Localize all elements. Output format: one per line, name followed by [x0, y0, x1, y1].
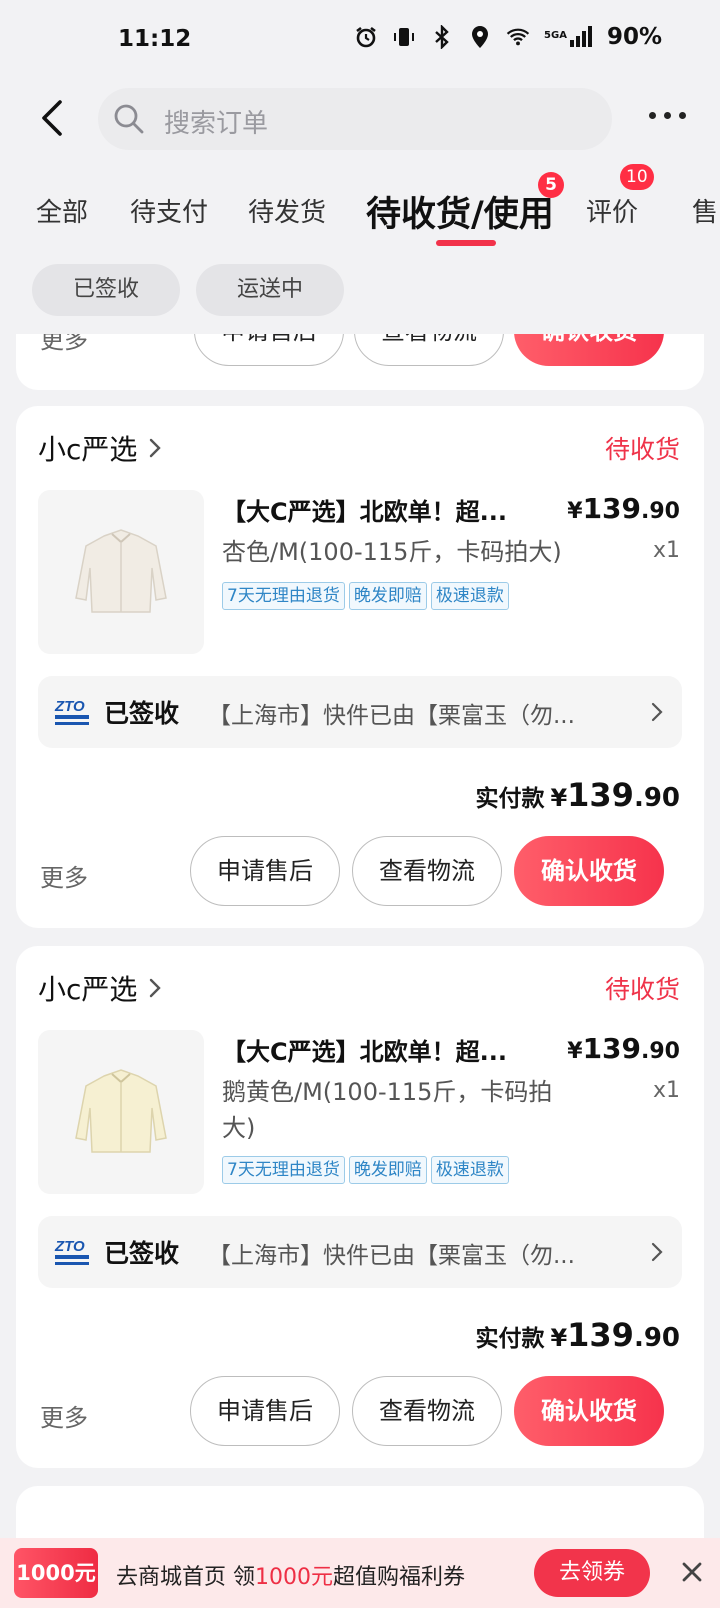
jacket-image [75, 529, 167, 613]
tab-badge: 5 [538, 172, 564, 198]
tab-badge: 10 [620, 164, 654, 190]
product-name[interactable]: 【大C严选】北欧单！超... [222, 1032, 507, 1067]
service-tag: 极速退款 [430, 1156, 509, 1184]
shop-name: 小c严选 [38, 973, 138, 1006]
back-arrow-icon [42, 100, 62, 136]
view-logistics-button[interactable]: 查看物流 [352, 1376, 502, 1446]
chevron-right-icon [150, 438, 162, 458]
close-icon [682, 1562, 702, 1582]
search-input[interactable]: 搜索订单 [98, 88, 612, 150]
dot-icon [649, 112, 656, 119]
confirm-receipt-button[interactable]: 确认收货 [514, 1376, 664, 1446]
order-card: 更多 申请售后 查看物流 确认收货 [16, 334, 704, 390]
chevron-right-icon [651, 702, 663, 722]
order-card: 小c严选 待收货 【大C严选】北欧单！超... ¥139.90 鹅黄色/M(10… [16, 946, 704, 1468]
service-tags: 7天无理由退货 晚发即赔 极速退款 [222, 1156, 509, 1184]
zto-logo-icon: ZTO [54, 698, 89, 725]
confirm-receipt-button[interactable]: 确认收货 [514, 836, 664, 906]
product-thumbnail[interactable] [38, 490, 204, 654]
status-icons: 5GA 90% [354, 24, 662, 50]
tab-after-sale[interactable]: 售 [692, 192, 718, 229]
confirm-receipt-button[interactable]: 确认收货 [514, 334, 664, 366]
logistics-bar[interactable]: ZTO 已签收 【上海市】快件已由【栗富玉（勿... [38, 1216, 682, 1288]
order-status: 待收货 [604, 975, 680, 1004]
order-status: 待收货 [604, 435, 680, 464]
order-card [16, 1486, 704, 1538]
back-button[interactable] [34, 98, 74, 138]
coupon-badge: 1000元 [14, 1548, 98, 1598]
vibrate-icon [392, 24, 416, 50]
claim-coupon-button[interactable]: 去领券 [534, 1549, 650, 1597]
alarm-icon [354, 24, 378, 50]
product-price: ¥139.90 [567, 492, 680, 525]
service-tag: 极速退款 [430, 582, 509, 610]
svg-text:ZTO: ZTO [54, 1238, 85, 1255]
search-icon [112, 102, 146, 136]
status-time: 11:12 [118, 26, 192, 52]
order-card: 小c严选 待收货 【大C严选】北欧单！超... ¥139.90 杏色/M(100… [16, 406, 704, 928]
product-qty: x1 [652, 1078, 680, 1103]
signal-icon: 5GA [544, 25, 593, 49]
service-tag: 晚发即赔 [348, 1156, 427, 1184]
location-icon [468, 24, 492, 50]
tab-pending-shipment[interactable]: 待发货 [248, 192, 326, 229]
after-sale-button[interactable]: 申请售后 [190, 836, 340, 906]
tab-review[interactable]: 评价 10 [586, 164, 654, 229]
product-spec: 杏色/M(100-115斤，卡码拍大) [222, 538, 562, 566]
bluetooth-icon [430, 24, 454, 50]
product-name[interactable]: 【大C严选】北欧单！超... [222, 492, 507, 527]
product-thumbnail[interactable] [38, 1030, 204, 1194]
svg-text:ZTO: ZTO [54, 698, 85, 715]
jacket-image [75, 1069, 167, 1153]
filter-in-transit[interactable]: 运送中 [196, 264, 344, 316]
dot-icon [664, 112, 671, 119]
shop-link[interactable]: 小c严选 [38, 428, 163, 468]
order-list[interactable]: 更多 申请售后 查看物流 确认收货 小c严选 待收货 【大C严选】北欧单！超..… [0, 334, 720, 1538]
logistics-bar[interactable]: ZTO 已签收 【上海市】快件已由【栗富玉（勿... [38, 676, 682, 748]
tab-all[interactable]: 全部 [36, 192, 88, 229]
shop-name: 小c严选 [38, 433, 138, 466]
tab-pending-payment[interactable]: 待支付 [130, 192, 208, 229]
logistics-state: 已签收 [104, 1239, 180, 1268]
promo-text: 去商城首页 领1000元超值购福利券 [116, 1565, 466, 1590]
service-tag: 晚发即赔 [348, 582, 427, 610]
after-sale-button[interactable]: 申请售后 [190, 1376, 340, 1446]
logistics-info: 【上海市】快件已由【栗富玉（勿... [208, 703, 575, 729]
logistics-info: 【上海市】快件已由【栗富玉（勿... [208, 1243, 575, 1269]
product-spec: 鹅黄色/M(100-115斤，卡码拍大) [222, 1078, 553, 1142]
logistics-state: 已签收 [104, 699, 180, 728]
header: 搜索订单 [0, 86, 720, 150]
view-logistics-button[interactable]: 查看物流 [352, 836, 502, 906]
search-placeholder: 搜索订单 [164, 109, 269, 139]
shop-link[interactable]: 小c严选 [38, 968, 163, 1008]
after-sale-button[interactable]: 申请售后 [194, 334, 344, 366]
more-menu-button[interactable] [649, 112, 686, 119]
more-link[interactable]: 更多 [40, 858, 88, 893]
promo-banner[interactable]: 1000元 去商城首页 领1000元超值购福利券 去领券 [0, 1538, 720, 1608]
more-link[interactable]: 更多 [40, 334, 88, 355]
chevron-right-icon [651, 1242, 663, 1262]
chevron-right-icon [150, 978, 162, 998]
wifi-icon [506, 24, 530, 50]
more-link[interactable]: 更多 [40, 1398, 88, 1433]
close-banner-button[interactable] [680, 1560, 704, 1584]
filter-signed[interactable]: 已签收 [32, 264, 180, 316]
tab-pending-receipt[interactable]: 待收货/使用 5 [366, 172, 564, 237]
product-qty: x1 [652, 538, 680, 563]
paid-amount: 实付款 ¥139.90 [475, 1316, 680, 1354]
order-tabs: 全部 待支付 待发货 待收货/使用 5 评价 10 售 [0, 164, 720, 248]
service-tag: 7天无理由退货 [222, 1156, 345, 1184]
zto-logo-icon: ZTO [54, 1238, 89, 1265]
service-tags: 7天无理由退货 晚发即赔 极速退款 [222, 582, 509, 610]
view-logistics-button[interactable]: 查看物流 [354, 334, 504, 366]
battery-level: 90% [606, 24, 662, 50]
active-tab-indicator [436, 240, 496, 246]
product-price: ¥139.90 [567, 1032, 680, 1065]
service-tag: 7天无理由退货 [222, 582, 345, 610]
paid-amount: 实付款 ¥139.90 [475, 776, 680, 814]
status-bar: 11:12 5GA 90% [0, 0, 720, 80]
dot-icon [679, 112, 686, 119]
